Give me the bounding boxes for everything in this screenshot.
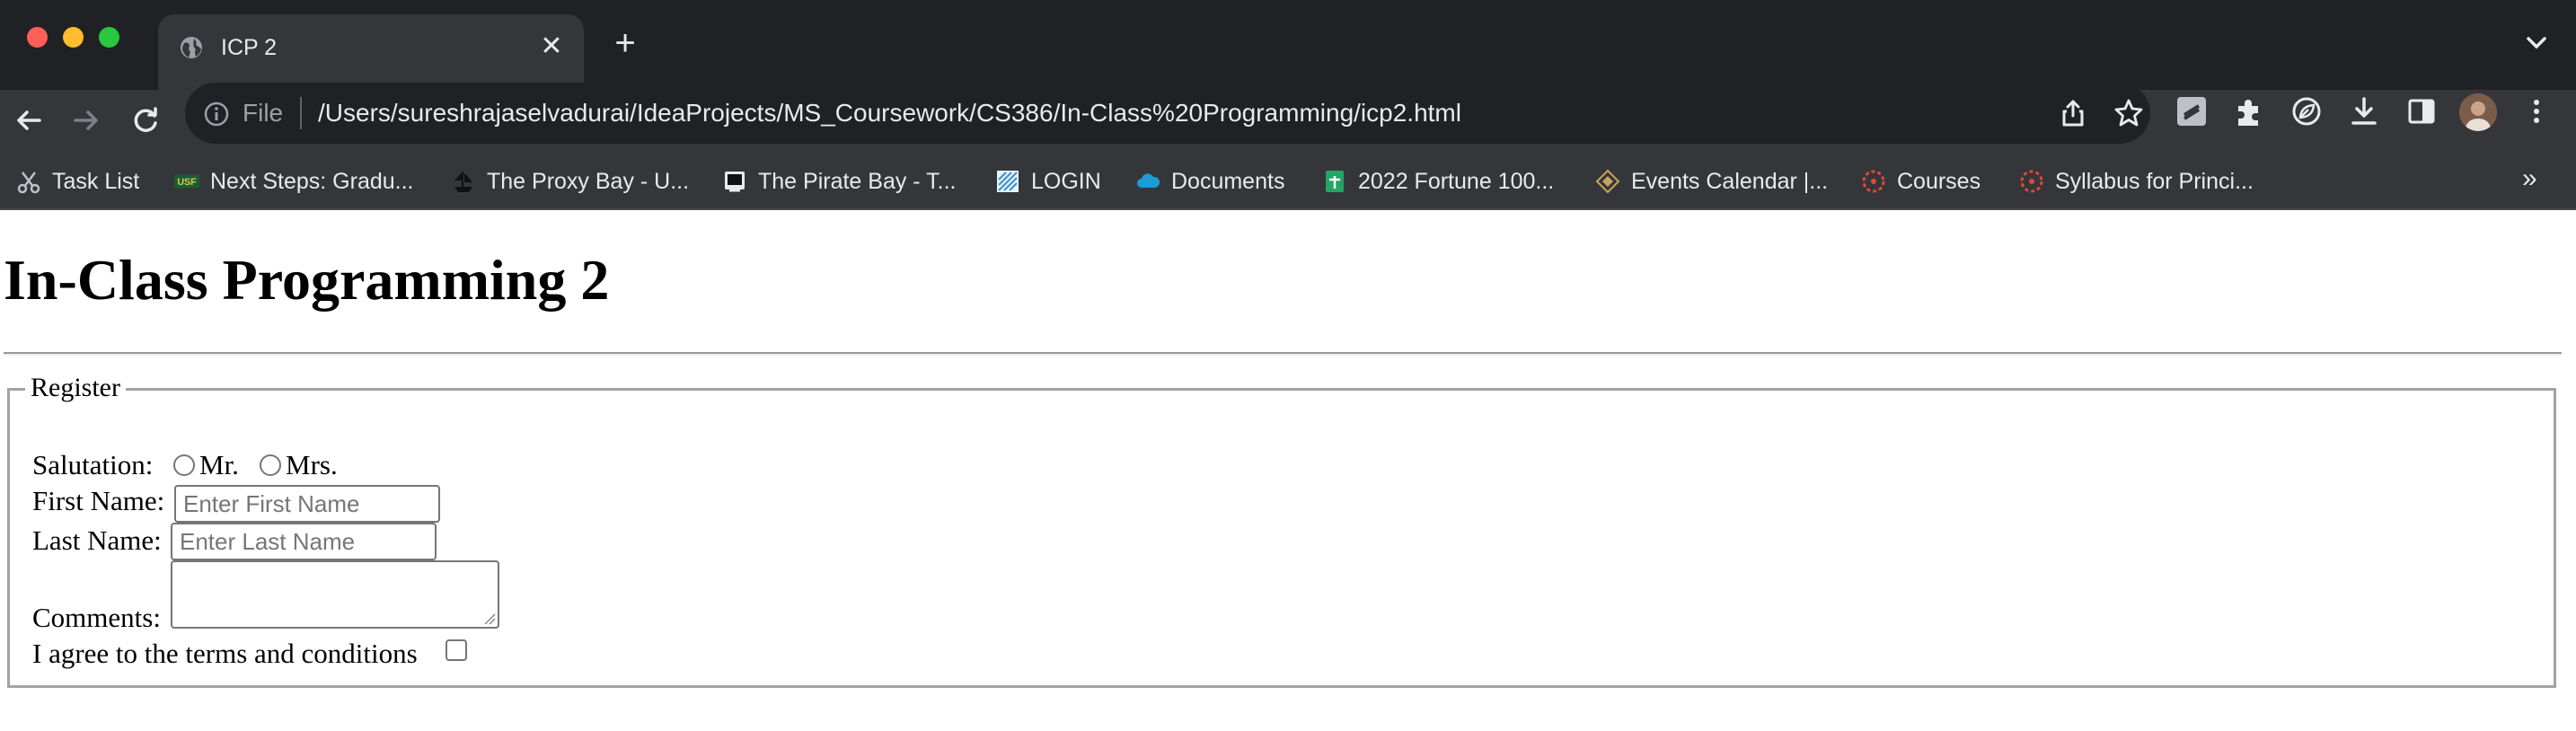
scheme-label: File (243, 99, 284, 127)
back-arrow-icon[interactable] (9, 101, 49, 140)
radio-mr-label: Mr. (199, 449, 239, 480)
extensions-puzzle-icon[interactable] (2231, 93, 2267, 129)
pirate-ship-icon (451, 169, 476, 194)
bookmark-item[interactable]: 2022 Fortune 100... (1322, 162, 1554, 201)
first-name-field[interactable]: Enter First Name (174, 485, 440, 523)
kebab-menu-icon[interactable] (2522, 93, 2551, 129)
avatar[interactable] (2459, 93, 2497, 131)
svg-text:USF: USF (177, 177, 197, 188)
last-name-field[interactable]: Enter Last Name (171, 523, 437, 560)
bookmark-item[interactable]: Task List (16, 162, 139, 201)
login-icon (995, 169, 1020, 194)
reload-icon[interactable] (126, 101, 165, 140)
radio-mrs[interactable] (260, 454, 281, 476)
first-name-label: First Name: (32, 485, 165, 516)
bookmark-label: The Proxy Bay - U... (487, 168, 690, 194)
bookmark-label: Syllabus for Princi... (2055, 168, 2254, 194)
new-tab-button[interactable]: + (607, 25, 643, 63)
extension-icon[interactable] (2174, 93, 2210, 129)
side-panel-icon[interactable] (2404, 93, 2439, 129)
bookmark-star-icon[interactable] (2113, 97, 2145, 129)
bookmark-label: Events Calendar |... (1631, 168, 1829, 194)
resize-grip-icon[interactable] (483, 612, 496, 625)
last-name-label: Last Name: (32, 524, 162, 556)
bookmark-item[interactable]: Courses (1861, 162, 1981, 201)
terms-checkbox[interactable] (446, 639, 467, 661)
window-maximize-button[interactable] (99, 27, 119, 48)
tab-strip: ICP 2 ✕ + (0, 0, 2576, 90)
bookmark-label: LOGIN (1031, 168, 1101, 194)
bookmark-label: Next Steps: Gradu... (210, 168, 414, 194)
bookmark-item[interactable]: Documents (1135, 162, 1284, 201)
url-text[interactable]: /Users/sureshrajaselvadurai/IdeaProjects… (318, 95, 1461, 131)
share-icon[interactable] (2057, 97, 2089, 129)
comments-textarea[interactable] (171, 560, 499, 629)
browser-tab[interactable]: ICP 2 ✕ (158, 14, 584, 90)
globe-icon (181, 37, 202, 58)
calendar-diamond-icon (1595, 169, 1620, 194)
bookmark-label: Courses (1897, 168, 1981, 194)
bookmarks-overflow-button[interactable]: » (2522, 156, 2537, 201)
bookmark-label: 2022 Fortune 100... (1358, 168, 1555, 194)
bookmark-item[interactable]: USF Next Steps: Gradu... (174, 162, 414, 201)
window-minimize-button[interactable] (63, 27, 84, 48)
cloud-icon (1135, 169, 1160, 194)
page-content: In-Class Programming 2 Register Salutati… (0, 210, 2576, 731)
forward-arrow-icon[interactable] (66, 101, 106, 140)
bookmark-item[interactable]: The Pirate Bay - T... (722, 162, 956, 201)
bookmark-item[interactable]: Syllabus for Princi... (2019, 162, 2254, 201)
leaf-extension-icon[interactable] (2289, 93, 2325, 129)
comments-label: Comments: (32, 602, 161, 633)
bookmark-label: Documents (1171, 168, 1285, 194)
bookmark-item[interactable]: The Proxy Bay - U... (451, 162, 689, 201)
canvas-icon (2019, 169, 2044, 194)
browser-chrome: ICP 2 ✕ + File /Users/sureshrajaselvadur… (0, 0, 2576, 210)
tab-title: ICP 2 (221, 35, 278, 60)
bookmark-label: The Pirate Bay - T... (758, 168, 957, 194)
canvas-icon (1861, 169, 1886, 194)
page-title: In-Class Programming 2 (4, 248, 610, 312)
salutation-label: Salutation: (32, 449, 154, 480)
bookmark-item[interactable]: Events Calendar |... (1595, 162, 1828, 201)
address-separator (300, 97, 302, 129)
fieldset-legend: Register (25, 370, 126, 406)
terms-label: I agree to the terms and conditions (32, 638, 418, 669)
info-icon[interactable] (203, 101, 230, 128)
address-bar[interactable]: File /Users/sureshrajaselvadurai/IdeaPro… (185, 83, 2150, 144)
download-icon[interactable] (2346, 93, 2382, 129)
sheets-icon (1322, 169, 1347, 194)
radio-mr[interactable] (173, 454, 195, 476)
pirate-bay-icon (722, 169, 747, 194)
window-close-button[interactable] (27, 27, 48, 48)
scissors-icon (16, 169, 41, 194)
bookmark-label: Task List (52, 168, 140, 194)
chevron-down-icon[interactable] (2519, 25, 2554, 61)
usf-icon: USF (174, 169, 199, 194)
bookmark-item[interactable]: LOGIN (995, 162, 1101, 201)
tab-close-icon[interactable]: ✕ (535, 31, 568, 63)
horizontal-rule (4, 352, 2562, 356)
radio-mrs-label: Mrs. (286, 449, 338, 480)
bookmarks-bar: Task List USF Next Steps: Gradu... The P… (0, 154, 2576, 208)
